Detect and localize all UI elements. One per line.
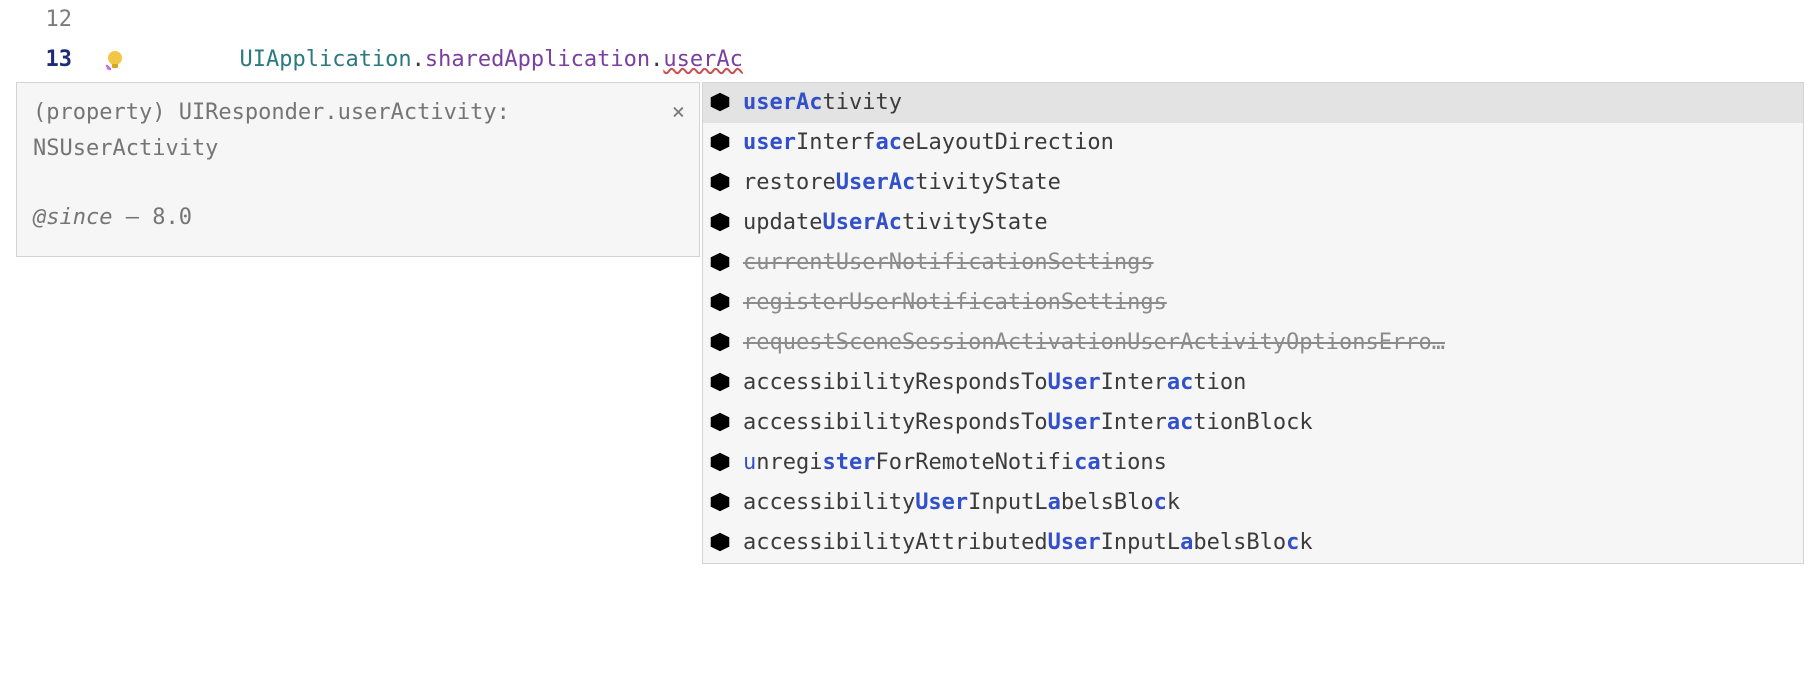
code-line[interactable]: 13 UIApplication.sharedApplication.userA… (0, 40, 1820, 80)
documentation-popup: × (property) UIResponder.userActivity: N… (16, 82, 700, 257)
token-incomplete: userAc (663, 47, 742, 72)
doc-since: @since — 8.0 (33, 200, 683, 236)
autocomplete-label: registerUserNotificationSettings (743, 285, 1795, 320)
autocomplete-item[interactable]: accessibilityUserInputLabelsBlock (703, 483, 1803, 523)
autocomplete-label: accessibilityRespondsToUserInteraction (743, 365, 1795, 400)
field-icon (709, 411, 733, 435)
autocomplete-label: requestSceneSessionActivationUserActivit… (743, 325, 1795, 360)
autocomplete-item[interactable]: currentUserNotificationSettings (703, 243, 1803, 283)
lightbulb-icon[interactable] (94, 40, 136, 80)
token-property: sharedApplication (425, 47, 650, 72)
autocomplete-list[interactable]: userActivity userInterfaceLayoutDirection… (702, 82, 1804, 564)
autocomplete-label: accessibilityUserInputLabelsBlock (743, 485, 1795, 520)
autocomplete-item[interactable]: accessibilityRespondsToUserInteraction (703, 363, 1803, 403)
autocomplete-label: restoreUserActivityState (743, 165, 1795, 200)
token-type: UIApplication (239, 47, 411, 72)
autocomplete-label: unregisterForRemoteNotifications (743, 445, 1795, 480)
field-icon (709, 371, 733, 395)
field-icon (709, 491, 733, 515)
token-dot: . (412, 47, 425, 72)
autocomplete-label: userInterfaceLayoutDirection (743, 125, 1795, 160)
method-icon (709, 291, 733, 315)
field-icon (709, 91, 733, 115)
autocomplete-label: updateUserActivityState (743, 205, 1795, 240)
autocomplete-item[interactable]: accessibilityRespondsToUserInteractionBl… (703, 403, 1803, 443)
autocomplete-label: currentUserNotificationSettings (743, 245, 1795, 280)
line-number: 13 (0, 42, 94, 77)
autocomplete-item[interactable]: restoreUserActivityState (703, 163, 1803, 203)
autocomplete-label: accessibilityAttributedUserInputLabelsBl… (743, 525, 1795, 560)
field-icon (709, 531, 733, 555)
code-editor[interactable]: 12 13 UIApplication.sharedApplication.us… (0, 0, 1820, 684)
autocomplete-item[interactable]: updateUserActivityState (703, 203, 1803, 243)
autocomplete-item[interactable]: userActivity (703, 83, 1803, 123)
autocomplete-item[interactable]: registerUserNotificationSettings (703, 283, 1803, 323)
autocomplete-item[interactable]: requestSceneSessionActivationUserActivit… (703, 323, 1803, 363)
line-number: 12 (0, 2, 94, 37)
autocomplete-label: accessibilityRespondsToUserInteractionBl… (743, 405, 1795, 440)
autocomplete-label: userActivity (743, 85, 1795, 120)
close-icon[interactable]: × (672, 95, 685, 131)
method-icon (709, 451, 733, 475)
doc-signature: (property) UIResponder.userActivity: NSU… (33, 95, 683, 166)
method-icon (709, 211, 733, 235)
gutter-glyph (94, 0, 136, 40)
method-icon (709, 171, 733, 195)
method-icon (709, 331, 733, 355)
autocomplete-item[interactable]: unregisterForRemoteNotifications (703, 443, 1803, 483)
field-icon (709, 131, 733, 155)
autocomplete-item[interactable]: accessibilityAttributedUserInputLabelsBl… (703, 523, 1803, 563)
autocomplete-item[interactable]: userInterfaceLayoutDirection (703, 123, 1803, 163)
token-dot: . (650, 47, 663, 72)
field-icon (709, 251, 733, 275)
